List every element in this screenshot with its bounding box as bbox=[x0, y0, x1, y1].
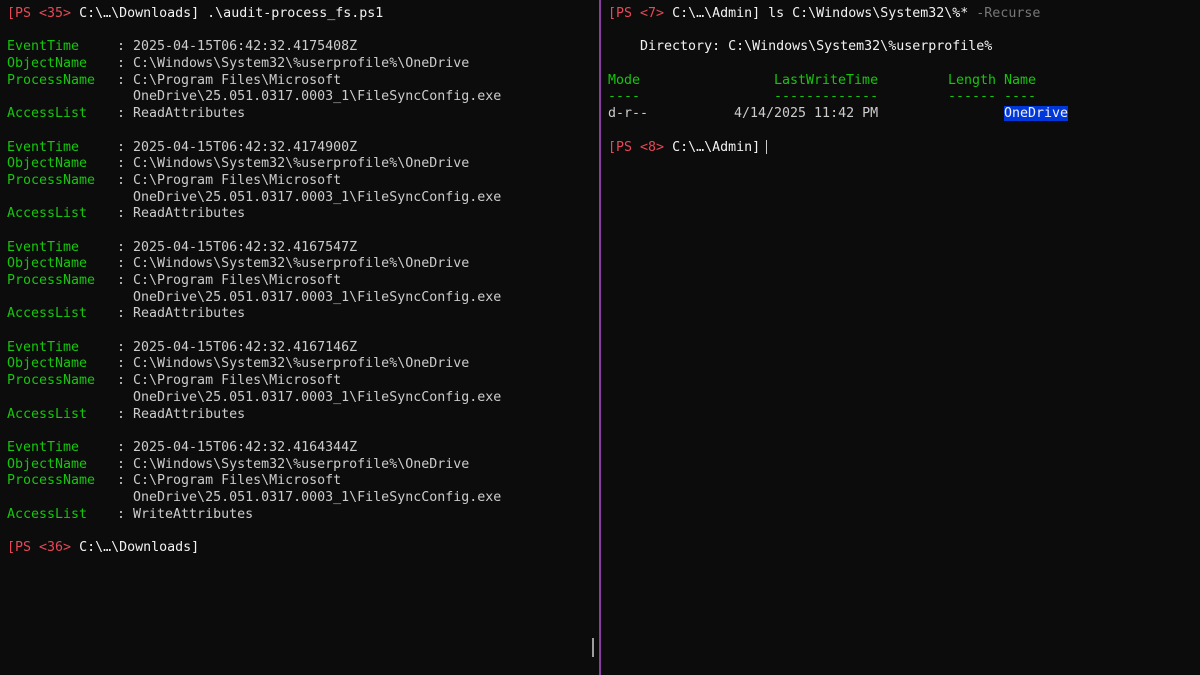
terminal-window: [PS <35> C:\…\Downloads] .\audit-process… bbox=[0, 0, 1200, 675]
event-time-value: 2025-04-15T06:42:32.4175408Z bbox=[133, 39, 358, 55]
label-process-name: ProcessName bbox=[7, 72, 96, 88]
process-name-value: C:\Program Files\Microsoft bbox=[133, 273, 342, 288]
label-process-name: ProcessName bbox=[7, 473, 96, 489]
label-process-name: ProcessName bbox=[7, 273, 96, 288]
access-list-value: ReadAttributes bbox=[133, 306, 246, 322]
label-event-time: EventTime bbox=[7, 339, 80, 355]
left-scrollbar-thumb[interactable] bbox=[592, 638, 594, 657]
event-time-value: 2025-04-15T06:42:32.4167547Z bbox=[133, 239, 358, 255]
access-list-value: ReadAttributes bbox=[133, 406, 246, 422]
prompt-line-35: [PS <35> C:\…\Downloads] .\audit-process… bbox=[7, 6, 599, 23]
object-name-value: C:\Windows\System32\%userprofile%\OneDri… bbox=[133, 356, 470, 372]
header-mode: Mode bbox=[608, 72, 641, 88]
process-name-value: C:\Program Files\Microsoft bbox=[133, 473, 342, 489]
label-object-name: ObjectName bbox=[7, 56, 88, 72]
audit-record: EventTime: 2025-04-15T06:42:32.4167547Z … bbox=[7, 239, 502, 322]
label-object-name: ObjectName bbox=[7, 456, 88, 472]
audit-record: EventTime: 2025-04-15T06:42:32.4175408Z … bbox=[7, 39, 502, 122]
prompt-path: C:\…\Admin] bbox=[672, 139, 761, 155]
directory-line: Directory: C:\Windows\System32\%userprof… bbox=[608, 39, 993, 55]
audit-record: EventTime: 2025-04-15T06:42:32.4167146Z … bbox=[7, 339, 502, 422]
prompt-path: C:\…\Admin] bbox=[672, 6, 761, 21]
prompt-line-8[interactable]: [PS <8> C:\…\Admin] bbox=[608, 139, 1200, 157]
header-last-write-time: LastWriteTime bbox=[774, 72, 879, 88]
row-mode: d-r-- bbox=[608, 106, 649, 122]
header-name: Name bbox=[1004, 72, 1037, 88]
header-length: Length bbox=[948, 72, 997, 88]
process-name-value-cont: OneDrive\25.051.0317.0003_1\FileSyncConf… bbox=[133, 189, 502, 205]
label-access-list: AccessList bbox=[7, 106, 88, 122]
listing-row: d-r-- 4/14/2025 11:42 PM OneDrive bbox=[608, 106, 1200, 123]
label-access-list: AccessList bbox=[7, 506, 88, 522]
prompt-tag: [PS <8> bbox=[608, 139, 665, 155]
prompt-tag: [PS <7> bbox=[608, 6, 665, 21]
label-event-time: EventTime bbox=[7, 439, 80, 455]
process-name-value-cont: OneDrive\25.051.0317.0003_1\FileSyncConf… bbox=[133, 489, 502, 505]
label-access-list: AccessList bbox=[7, 406, 88, 422]
listing-header-row: Mode LastWriteTime Length Name bbox=[608, 73, 1200, 90]
label-event-time: EventTime bbox=[7, 139, 80, 155]
label-access-list: AccessList bbox=[7, 206, 88, 222]
row-name-selected[interactable]: OneDrive bbox=[1004, 106, 1069, 122]
prompt-tag: [PS <35> bbox=[7, 6, 72, 21]
access-list-value: WriteAttributes bbox=[133, 506, 254, 522]
event-time-value: 2025-04-15T06:42:32.4174900Z bbox=[133, 139, 358, 155]
process-name-value: C:\Program Files\Microsoft bbox=[133, 172, 342, 188]
label-process-name: ProcessName bbox=[7, 373, 96, 389]
left-pane-output: [PS <35> C:\…\Downloads] .\audit-process… bbox=[7, 6, 599, 557]
prompt-line-7: [PS <7> C:\…\Admin] ls C:\Windows\System… bbox=[608, 6, 1200, 23]
right-terminal-pane[interactable]: [PS <7> C:\…\Admin] ls C:\Windows\System… bbox=[601, 0, 1200, 675]
label-access-list: AccessList bbox=[7, 306, 88, 322]
right-pane-output: [PS <7> C:\…\Admin] ls C:\Windows\System… bbox=[608, 6, 1200, 156]
object-name-value: C:\Windows\System32\%userprofile%\OneDri… bbox=[133, 56, 470, 72]
text-cursor bbox=[766, 139, 768, 154]
prompt-tag: [PS <36> bbox=[7, 540, 72, 555]
command-text: ls C:\Windows\System32\%* bbox=[768, 6, 969, 21]
object-name-value: C:\Windows\System32\%userprofile%\OneDri… bbox=[133, 156, 470, 172]
event-time-value: 2025-04-15T06:42:32.4167146Z bbox=[133, 339, 358, 355]
process-name-value: C:\Program Files\Microsoft bbox=[133, 373, 342, 389]
access-list-value: ReadAttributes bbox=[133, 206, 246, 222]
row-last-write-time: 4/14/2025 11:42 PM bbox=[734, 106, 879, 122]
process-name-value-cont: OneDrive\25.051.0317.0003_1\FileSyncConf… bbox=[133, 289, 502, 305]
object-name-value: C:\Windows\System32\%userprofile%\OneDri… bbox=[133, 456, 470, 472]
command-param: -Recurse bbox=[976, 6, 1041, 21]
process-name-value-cont: OneDrive\25.051.0317.0003_1\FileSyncConf… bbox=[133, 89, 502, 105]
access-list-value: ReadAttributes bbox=[133, 106, 246, 122]
command-text: .\audit-process_fs.ps1 bbox=[207, 6, 384, 21]
audit-record: EventTime: 2025-04-15T06:42:32.4164344Z … bbox=[7, 439, 502, 522]
prompt-path: C:\…\Downloads] bbox=[79, 540, 200, 555]
prompt-line-36[interactable]: [PS <36> C:\…\Downloads] bbox=[7, 540, 599, 557]
label-event-time: EventTime bbox=[7, 239, 80, 255]
label-object-name: ObjectName bbox=[7, 256, 88, 272]
listing-underline-row: ---- ------------- ------ ---- bbox=[608, 89, 1037, 105]
object-name-value: C:\Windows\System32\%userprofile%\OneDri… bbox=[133, 256, 470, 272]
event-time-value: 2025-04-15T06:42:32.4164344Z bbox=[133, 439, 358, 455]
label-process-name: ProcessName bbox=[7, 172, 96, 188]
label-object-name: ObjectName bbox=[7, 156, 88, 172]
process-name-value: C:\Program Files\Microsoft bbox=[133, 72, 342, 88]
left-terminal-pane[interactable]: [PS <35> C:\…\Downloads] .\audit-process… bbox=[0, 0, 599, 675]
label-event-time: EventTime bbox=[7, 39, 80, 55]
label-object-name: ObjectName bbox=[7, 356, 88, 372]
process-name-value-cont: OneDrive\25.051.0317.0003_1\FileSyncConf… bbox=[133, 389, 502, 405]
audit-record: EventTime: 2025-04-15T06:42:32.4174900Z … bbox=[7, 139, 502, 222]
prompt-path: C:\…\Downloads] bbox=[79, 6, 200, 21]
